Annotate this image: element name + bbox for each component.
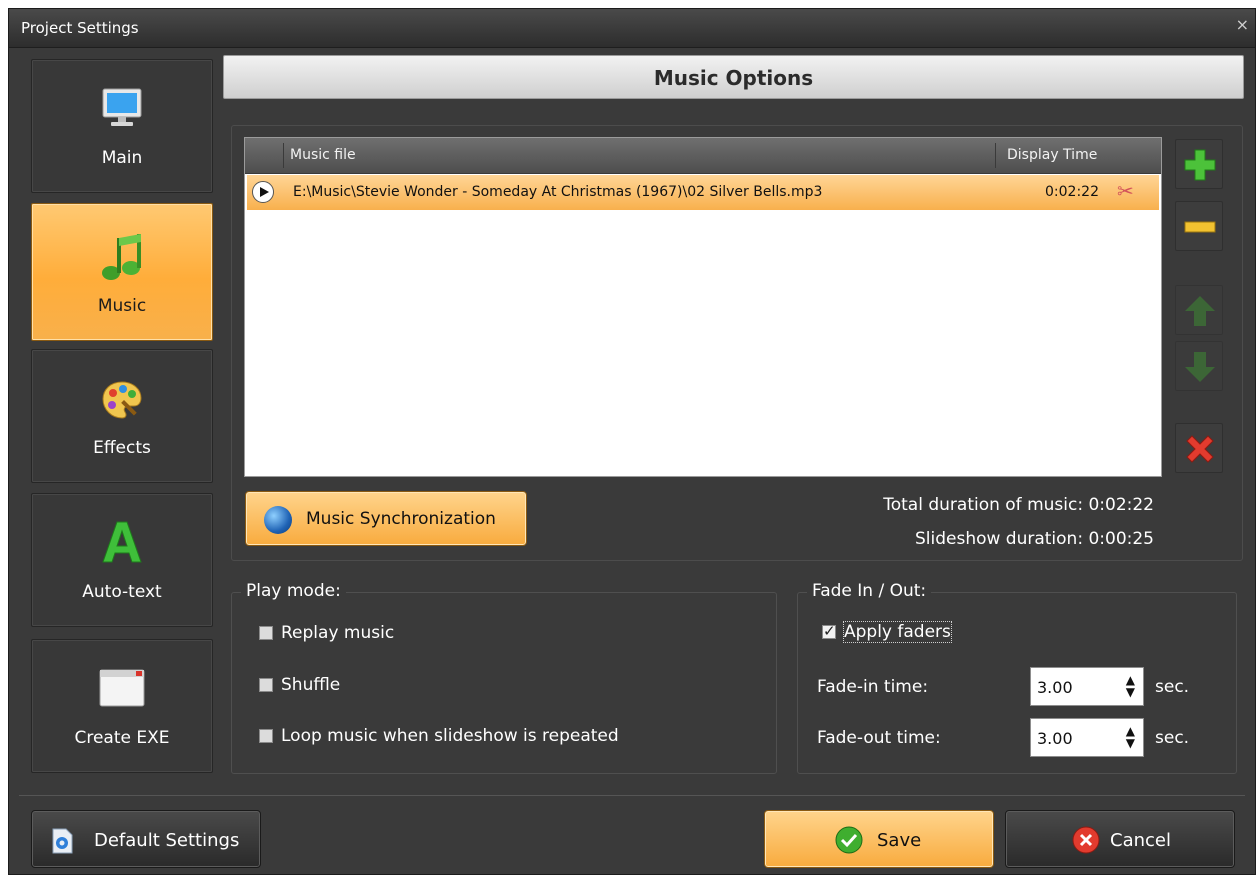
add-music-button[interactable] <box>1175 139 1223 189</box>
fade-out-unit: sec. <box>1155 728 1190 748</box>
sidebar-item-music[interactable]: Music <box>31 203 213 341</box>
sidebar-item-label: Create EXE <box>74 728 170 748</box>
music-note-icon <box>102 234 141 280</box>
sidebar-item-label: Effects <box>93 438 151 458</box>
sidebar-item-label: Main <box>101 148 143 168</box>
music-display-time: 0:02:22 <box>1045 184 1099 200</box>
move-up-icon <box>1185 296 1215 326</box>
window-title: Project Settings <box>21 19 139 37</box>
fade-title: Fade In / Out: <box>807 581 932 601</box>
project-settings-dialog: Project Settings × Main Music Effects Au… <box>8 8 1256 875</box>
column-header-display-time[interactable]: Display Time <box>1007 147 1097 163</box>
column-separator <box>283 143 284 168</box>
add-icon <box>1184 149 1216 181</box>
section-header: Music Options <box>223 55 1244 99</box>
check-circle-icon <box>835 826 863 854</box>
sidebar-item-label: Music <box>97 296 147 316</box>
list-item[interactable]: E:\Music\Stevie Wonder - Someday At Chri… <box>247 175 1159 210</box>
spinner-arrows-icon[interactable]: ▲ ▼ <box>1126 725 1135 749</box>
remove-icon <box>1184 221 1216 233</box>
move-up-button[interactable] <box>1175 285 1223 335</box>
fade-in-label: Fade-in time: <box>817 677 929 697</box>
title-bar: Project Settings × <box>9 9 1255 48</box>
music-list[interactable]: Music file Display Time E:\Music\Stevie … <box>244 137 1162 477</box>
save-button-label: Save <box>877 830 922 851</box>
footer-divider <box>19 795 1245 796</box>
default-settings-label: Default Settings <box>94 830 240 851</box>
fade-out-spinner[interactable]: 3.00 ▲ ▼ <box>1030 718 1144 757</box>
delete-music-button[interactable] <box>1175 423 1223 473</box>
page-title: Music Options <box>653 66 814 90</box>
cancel-button[interactable]: Cancel <box>1005 810 1235 868</box>
apply-faders-label[interactable]: Apply faders <box>843 621 952 643</box>
trim-scissors-icon[interactable]: ✂ <box>1117 179 1134 203</box>
slideshow-duration-text: Slideshow duration: 0:00:25 <box>914 529 1154 549</box>
fade-out-label: Fade-out time: <box>817 728 941 748</box>
close-icon[interactable]: × <box>1236 15 1249 34</box>
cancel-button-label: Cancel <box>1110 830 1171 851</box>
column-separator <box>995 143 996 168</box>
sidebar-item-auto-text[interactable]: Auto-text <box>31 493 213 627</box>
total-duration-text: Total duration of music: 0:02:22 <box>883 495 1154 515</box>
fade-out-value: 3.00 <box>1037 729 1073 748</box>
letter-a-icon <box>102 521 142 563</box>
apply-faders-checkbox[interactable] <box>822 622 836 640</box>
window-icon <box>99 669 145 707</box>
settings-document-icon <box>52 828 73 854</box>
fade-in-spinner[interactable]: 3.00 ▲ ▼ <box>1030 667 1144 706</box>
sidebar-item-create-exe[interactable]: Create EXE <box>31 639 213 773</box>
sidebar-item-main[interactable]: Main <box>31 59 213 193</box>
remove-music-button[interactable] <box>1175 201 1223 251</box>
default-settings-button[interactable]: Default Settings <box>31 810 261 868</box>
replay-music-checkbox[interactable] <box>259 626 273 640</box>
save-button[interactable]: Save <box>764 810 994 868</box>
cancel-circle-icon <box>1072 826 1100 854</box>
column-header-music-file[interactable]: Music file <box>290 147 356 163</box>
sidebar-item-effects[interactable]: Effects <box>31 349 213 483</box>
fade-in-value: 3.00 <box>1037 678 1073 697</box>
music-file-path: E:\Music\Stevie Wonder - Someday At Chri… <box>293 184 823 200</box>
sidebar-item-label: Auto-text <box>82 582 162 602</box>
monitor-icon <box>102 88 142 126</box>
shuffle-checkbox[interactable] <box>259 678 273 692</box>
globe-icon <box>264 506 292 534</box>
shuffle-label[interactable]: Shuffle <box>281 675 340 695</box>
delete-icon <box>1186 435 1214 463</box>
fade-in-unit: sec. <box>1155 677 1190 697</box>
replay-music-label[interactable]: Replay music <box>281 623 394 643</box>
music-synchronization-button[interactable]: Music Synchronization <box>245 491 527 546</box>
list-header: Music file Display Time <box>245 138 1161 174</box>
play-mode-title: Play mode: <box>241 581 346 601</box>
play-icon[interactable] <box>252 181 274 203</box>
move-down-icon <box>1185 352 1215 382</box>
spinner-arrows-icon[interactable]: ▲ ▼ <box>1126 674 1135 698</box>
palette-icon <box>102 381 142 419</box>
sync-button-label: Music Synchronization <box>306 509 496 529</box>
loop-music-checkbox[interactable] <box>259 729 273 743</box>
loop-music-label[interactable]: Loop music when slideshow is repeated <box>281 726 619 746</box>
move-down-button[interactable] <box>1175 341 1223 391</box>
